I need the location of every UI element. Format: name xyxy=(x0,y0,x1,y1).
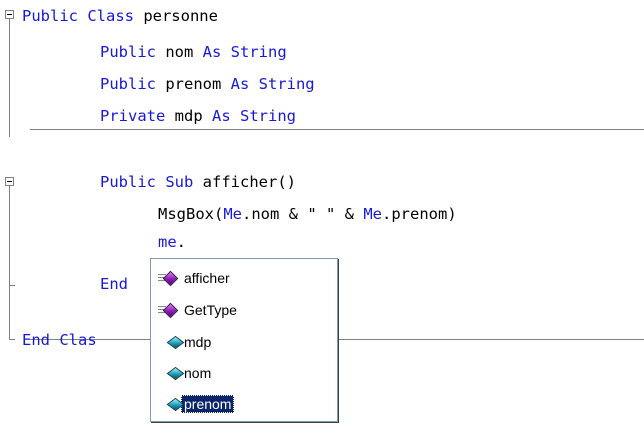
collapse-class-icon[interactable] xyxy=(5,10,14,19)
intellisense-completion-list[interactable]: afficher GetType mdp nom prenom xyxy=(150,258,338,422)
code-line-end-class: End Clas xyxy=(22,330,97,350)
keyword: As String xyxy=(212,107,296,125)
keyword: End Clas xyxy=(22,331,97,349)
outline-tick xyxy=(9,339,15,340)
identifier: mdp xyxy=(165,107,212,125)
identifier: prenom xyxy=(156,75,231,93)
field-icon xyxy=(154,334,185,350)
keyword: As String xyxy=(230,75,315,93)
keyword: Public xyxy=(100,75,156,93)
field-icon xyxy=(154,396,185,412)
code-line-field-prenom: Public prenom As String xyxy=(100,74,315,94)
method-icon xyxy=(154,270,180,287)
completion-item-mdp[interactable]: mdp xyxy=(154,329,334,355)
code-line-msgbox: MsgBox(Me.nom & " " & Me.prenom) xyxy=(158,204,457,224)
outline-line xyxy=(9,19,10,137)
keyword: Public Class xyxy=(22,7,134,25)
keyword: End xyxy=(100,275,128,293)
completion-item-label: prenom xyxy=(181,395,235,413)
keyword: As String xyxy=(202,43,287,61)
code-line-end-sub: End xyxy=(100,274,128,294)
code-line-field-mdp: Private mdp As String xyxy=(100,106,296,126)
completion-item-label: afficher xyxy=(184,270,230,286)
completion-item-label: nom xyxy=(184,365,212,381)
completion-item-label: mdp xyxy=(184,334,212,350)
method-icon xyxy=(154,302,180,319)
field-icon xyxy=(154,365,185,381)
identifier: . xyxy=(176,233,187,251)
identifier: MsgBox( xyxy=(158,205,224,223)
code-line-field-nom: Public nom As String xyxy=(100,42,287,62)
outline-line xyxy=(9,186,10,339)
keyword: me xyxy=(158,233,177,251)
outline-tick xyxy=(9,285,15,286)
keyword: Me xyxy=(223,205,242,223)
code-line-sub-decl: Public Sub afficher() xyxy=(100,172,296,192)
completion-item-afficher[interactable]: afficher xyxy=(154,265,334,291)
collapse-sub-icon[interactable] xyxy=(5,177,14,186)
code-editor[interactable]: Public Class personne Public nom As Stri… xyxy=(0,0,644,439)
keyword: Private xyxy=(100,107,166,125)
identifier: .prenom) xyxy=(382,205,457,223)
keyword: Me xyxy=(363,205,382,223)
completion-item-nom[interactable]: nom xyxy=(154,360,334,386)
keyword: Public Sub xyxy=(100,173,194,191)
identifier: personne xyxy=(133,7,218,25)
procedure-separator xyxy=(30,129,644,130)
completion-item-label: GetType xyxy=(184,302,237,318)
completion-item-gettype[interactable]: GetType xyxy=(154,297,334,323)
identifier: afficher() xyxy=(193,173,296,191)
code-line-me-dot: me. xyxy=(158,232,186,252)
completion-item-prenom[interactable]: prenom xyxy=(154,391,334,417)
identifier: nom xyxy=(156,43,203,61)
code-line-class-decl: Public Class personne xyxy=(22,6,218,26)
keyword: Public xyxy=(100,43,156,61)
identifier: .nom & " " & xyxy=(242,205,364,223)
